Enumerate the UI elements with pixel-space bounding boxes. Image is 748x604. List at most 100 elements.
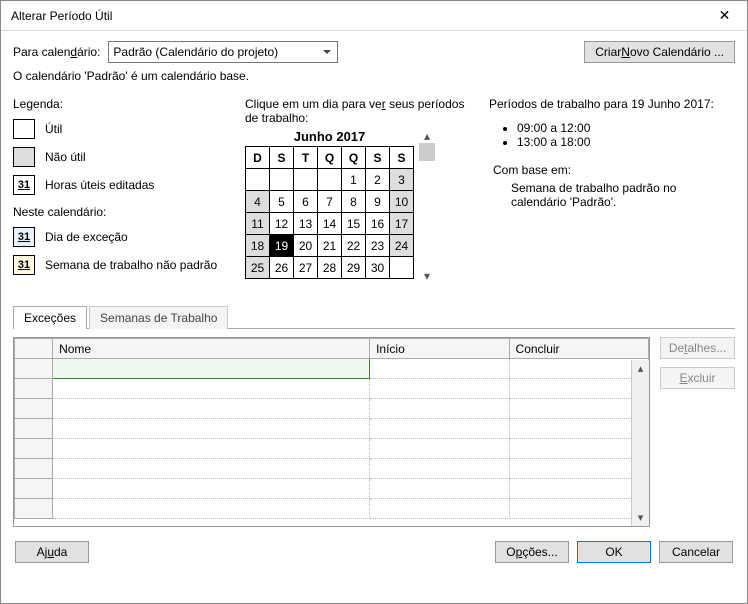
cal-day[interactable]: 22 [342,235,366,257]
tab-excecoes[interactable]: Exceções [13,306,87,329]
grid-rowhead[interactable] [15,459,53,479]
legend-util: Útil [13,119,223,139]
options-button[interactable]: Opções... [495,541,569,563]
grid-cell[interactable] [53,459,370,479]
cal-day[interactable]: 10 [390,191,414,213]
cal-day[interactable]: 26 [270,257,294,279]
cal-day[interactable]: 6 [294,191,318,213]
grid-cell[interactable] [509,499,648,519]
grid-cell-nome[interactable] [53,359,370,379]
scroll-down-icon[interactable]: ▾ [418,269,436,283]
cal-day[interactable]: 8 [342,191,366,213]
cal-day[interactable]: 16 [366,213,390,235]
new-calendar-button[interactable]: Criar Novo Calendário ... [584,41,735,63]
grid-cell-concluir[interactable] [509,359,648,379]
tab-semanas[interactable]: Semanas de Trabalho [89,306,228,329]
cal-day[interactable]: 28 [318,257,342,279]
exceptions-area: Nome Início Concluir ▴ ▾ [13,337,735,527]
grid-cell[interactable] [370,419,509,439]
cal-day[interactable]: 2 [366,169,390,191]
grid-cell[interactable] [509,419,648,439]
grid-rowhead[interactable] [15,439,53,459]
cal-day[interactable]: 29 [342,257,366,279]
calendar-month: Junho 2017 [245,129,414,146]
cal-day-selected[interactable]: 19 [270,235,294,257]
cal-day[interactable]: 7 [318,191,342,213]
grid-cell[interactable] [370,379,509,399]
exceptions-grid-wrap: Nome Início Concluir ▴ ▾ [13,337,650,527]
help-button[interactable]: Ajuda [15,541,89,563]
cal-day[interactable]: 30 [366,257,390,279]
scroll-down-icon[interactable]: ▾ [636,509,646,526]
grid-cell[interactable] [509,399,648,419]
grid-cell[interactable] [370,499,509,519]
grid-scrollbar[interactable]: ▴ ▾ [631,360,649,526]
scroll-up-icon[interactable]: ▴ [418,129,436,143]
grid-rowhead[interactable] [15,479,53,499]
grid-cell[interactable] [370,459,509,479]
grid-cell[interactable] [370,399,509,419]
grid-cell[interactable] [53,379,370,399]
scroll-up-icon[interactable]: ▴ [636,360,646,377]
calendar-grid[interactable]: D S T Q Q S S 1 2 [245,146,414,279]
cal-day[interactable] [318,169,342,191]
grid-header-concluir[interactable]: Concluir [509,339,648,359]
cal-head-1: S [270,147,294,169]
grid-cell[interactable] [370,479,509,499]
cal-day[interactable]: 4 [246,191,270,213]
cal-day[interactable]: 3 [390,169,414,191]
grid-cell[interactable] [53,399,370,419]
cal-day[interactable]: 18 [246,235,270,257]
calendar-combo[interactable]: Padrão (Calendário do projeto) [108,41,338,63]
cal-day[interactable]: 27 [294,257,318,279]
cal-day[interactable]: 17 [390,213,414,235]
grid-cell[interactable] [53,419,370,439]
cal-day[interactable] [294,169,318,191]
legend-horas-editadas-swatch: 31 [13,175,35,195]
grid-cell[interactable] [509,379,648,399]
close-button[interactable]: ✕ [702,1,747,30]
grid-rowhead[interactable] [15,399,53,419]
legend-nao-util-label: Não útil [45,150,86,164]
cal-day[interactable]: 1 [342,169,366,191]
grid-cell[interactable] [53,479,370,499]
grid-cell[interactable] [509,439,648,459]
para-calendario-label: Para calendário: [13,45,100,59]
cal-day[interactable]: 15 [342,213,366,235]
grid-cell[interactable] [509,479,648,499]
cal-day[interactable]: 21 [318,235,342,257]
exceptions-grid[interactable]: Nome Início Concluir [14,338,649,519]
cancel-button[interactable]: Cancelar [659,541,733,563]
grid-header-inicio[interactable]: Início [370,339,509,359]
cal-day[interactable]: 24 [390,235,414,257]
grid-cell[interactable] [53,499,370,519]
cal-head-5: S [366,147,390,169]
calendar-panel: Clique em um dia para ver seus períodos … [245,97,467,283]
grid-cell-inicio[interactable] [370,359,509,379]
scroll-thumb[interactable] [419,143,435,161]
calendar-scrollbar[interactable]: ▴ ▾ [418,129,436,283]
grid-cell[interactable] [53,439,370,459]
cal-day[interactable] [390,257,414,279]
grid-cell[interactable] [370,439,509,459]
details-button[interactable]: Detalhes... [660,337,735,359]
grid-header-nome[interactable]: Nome [53,339,370,359]
cal-day[interactable]: 9 [366,191,390,213]
grid-rowhead[interactable] [15,359,53,379]
cal-day[interactable]: 11 [246,213,270,235]
grid-cell[interactable] [509,459,648,479]
cal-day[interactable]: 12 [270,213,294,235]
cal-day[interactable] [270,169,294,191]
cal-day[interactable]: 14 [318,213,342,235]
grid-rowhead[interactable] [15,379,53,399]
cal-day[interactable]: 23 [366,235,390,257]
grid-rowhead[interactable] [15,419,53,439]
cal-day[interactable]: 5 [270,191,294,213]
cal-day[interactable]: 13 [294,213,318,235]
ok-button[interactable]: OK [577,541,651,563]
cal-day[interactable]: 20 [294,235,318,257]
delete-button[interactable]: Excluir [660,367,735,389]
grid-rowhead[interactable] [15,499,53,519]
cal-day[interactable] [246,169,270,191]
cal-day[interactable]: 25 [246,257,270,279]
